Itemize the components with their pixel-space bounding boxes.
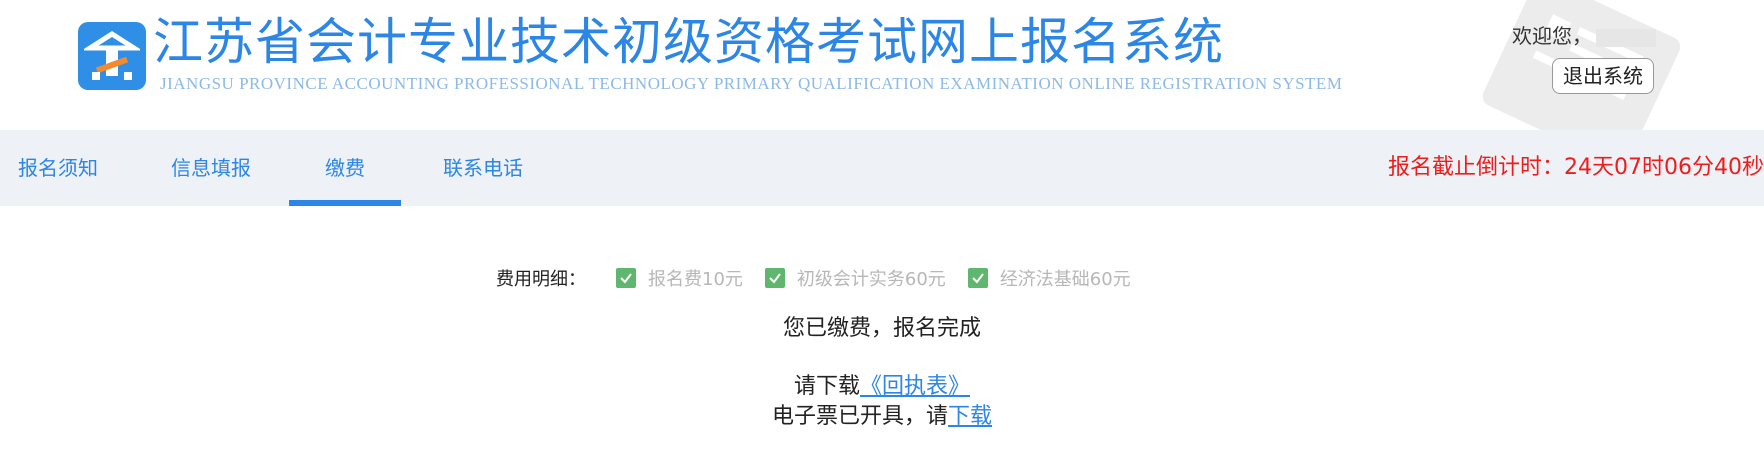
fee-item-label: 报名费10元 [648,269,743,290]
receipt-download-link[interactable]: 《回执表》 [860,374,970,399]
system-subtitle: JIANGSU PROVINCE ACCOUNTING PROFESSIONAL… [160,74,1343,93]
user-name [1596,28,1656,47]
welcome-text: 欢迎您， [1512,20,1656,49]
fee-item-label: 初级会计实务60元 [796,269,946,290]
header: 江苏省会计专业技术初级资格考试网上报名系统 JIANGSU PROVINCE A… [0,0,1764,130]
fee-item-registration: 报名费10元 [616,265,743,291]
receipt-download-prefix: 请下载 [793,374,860,399]
system-title: 江苏省会计专业技术初级资格考试网上报名系统 [153,13,1224,71]
fee-item-economic-law: 经济法基础60元 [967,265,1131,291]
invoice-download-link[interactable]: 下载 [948,404,992,429]
welcome-label: 欢迎您， [1512,24,1592,48]
logo-icon [78,22,146,90]
checkbox-checked-icon[interactable] [967,268,988,288]
invoice-download-prefix: 电子票已开具，请 [771,404,948,429]
logout-button[interactable]: 退出系统 [1552,58,1654,94]
fee-details-label: 费用明细： [496,269,586,290]
fee-details: 费用明细： 报名费10元 初级会计实务60元 经济法基础60元 [496,265,1153,291]
checkbox-checked-icon[interactable] [764,268,785,288]
tab-payment[interactable]: 缴费 [289,130,401,206]
receipt-download-line: 请下载《回执表》 [0,368,1764,400]
checkbox-checked-icon[interactable] [616,268,636,288]
tab-registration-notice[interactable]: 报名须知 [18,130,98,206]
payment-status: 您已缴费，报名完成 [782,316,981,341]
fee-item-label: 经济法基础60元 [999,269,1131,290]
invoice-download-line: 电子票已开具，请下载 [0,398,1764,430]
main-nav: 报名须知 信息填报 缴费 联系电话 报名截止倒计时：24天07时06分40秒 [0,130,1764,206]
tab-contact-phone[interactable]: 联系电话 [443,130,523,206]
fee-item-accounting-practice: 初级会计实务60元 [764,265,946,291]
tab-info-entry[interactable]: 信息填报 [171,130,251,206]
registration-countdown: 报名截止倒计时：24天07时06分40秒 [1388,155,1764,180]
